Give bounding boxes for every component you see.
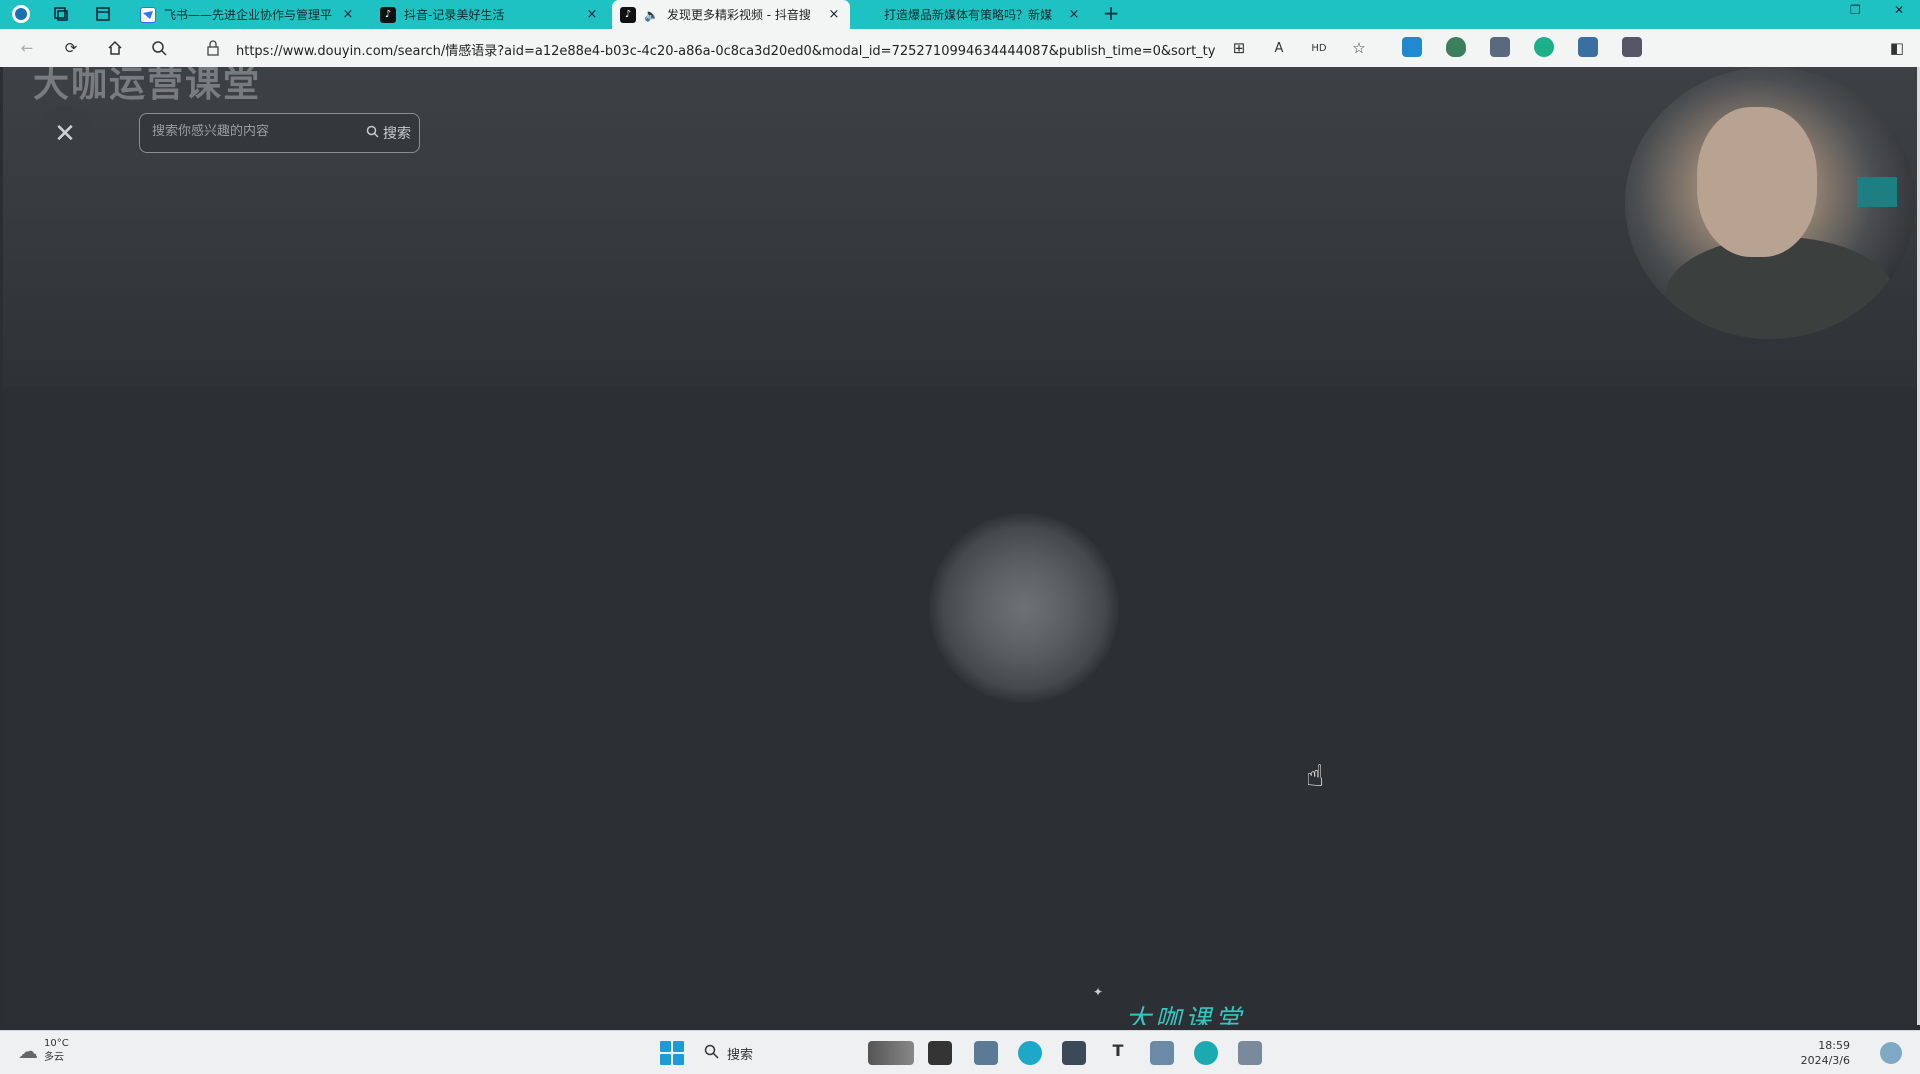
webcam-background — [1857, 177, 1897, 207]
workspaces-icon[interactable] — [48, 2, 74, 26]
new-tab-button[interactable]: + — [1098, 2, 1124, 26]
clock-date: 2024/3/6 — [1800, 1054, 1850, 1067]
terminal-icon[interactable] — [928, 1041, 952, 1065]
search-box: 搜索 — [139, 113, 420, 153]
read-aloud-icon[interactable]: A — [1268, 37, 1290, 59]
file-explorer-icon[interactable] — [974, 1041, 998, 1065]
restore-icon[interactable]: ❐ — [1850, 3, 1861, 17]
chat-extension-icon[interactable] — [1490, 37, 1510, 57]
hd-icon[interactable]: HD — [1308, 37, 1330, 59]
profile-icon[interactable] — [8, 2, 34, 26]
close-tab-icon[interactable]: × — [1066, 7, 1082, 22]
tab-actions-icon[interactable] — [90, 2, 116, 26]
close-tab-icon[interactable]: × — [584, 7, 600, 22]
green-extension-icon[interactable] — [1534, 37, 1554, 57]
refresh-icon[interactable]: ⟳ — [60, 37, 82, 59]
notepad-icon[interactable] — [1150, 1041, 1174, 1065]
home-icon[interactable] — [104, 37, 126, 59]
search-icon — [366, 125, 379, 142]
edge-browser-icon[interactable] — [1018, 1041, 1042, 1065]
watermark: 大咖课堂 — [1125, 1005, 1246, 1025]
cloudy-weather-icon: ☁ — [18, 1039, 38, 1063]
search-icon[interactable] — [148, 37, 170, 59]
folder-extension-icon[interactable] — [1622, 37, 1642, 57]
widgets-icon[interactable] — [868, 1041, 914, 1065]
search-button[interactable]: 搜索 — [366, 123, 411, 143]
webcam-presenter-face — [1697, 107, 1817, 257]
tab-douyin-home[interactable]: ♪ 抖音-记录美好生活 × — [372, 0, 608, 29]
browser-tab-strip: 飞书——先进企业协作与管理平 × ♪ 抖音-记录美好生活 × ♪ 🔈 发现更多精… — [0, 0, 1920, 29]
taskbar-search[interactable]: 搜索 — [704, 1040, 864, 1066]
tab-label: 飞书——先进企业协作与管理平 — [164, 8, 333, 22]
app-available-icon[interactable]: ⊞ — [1228, 37, 1250, 59]
douyin-icon: ♪ — [380, 6, 396, 23]
favorite-star-icon[interactable]: ☆ — [1348, 37, 1370, 59]
tab-new-media[interactable]: 打造爆品新媒体有策略吗？新媒 × — [858, 0, 1090, 29]
app-icon[interactable] — [1194, 1041, 1218, 1065]
search-button-label: 搜索 — [383, 126, 411, 142]
close-tab-icon[interactable]: × — [340, 7, 356, 22]
video-modal: 大咖运营课堂 ✕ 搜索 ☝ ✦ 大咖课堂 — [3, 67, 1918, 1025]
tab-douyin-search[interactable]: ♪ 🔈 发现更多精彩视频 - 抖音搜 × — [612, 0, 850, 29]
snipping-tool-icon[interactable] — [1238, 1041, 1262, 1065]
weather-description: 多云 — [44, 1052, 64, 1063]
tab-label: 发现更多精彩视频 - 抖音搜 — [666, 8, 811, 22]
channel-logo: 大咖运营课堂 — [33, 67, 262, 105]
close-icon: ✕ — [54, 119, 76, 149]
shield-extension-icon[interactable] — [1446, 37, 1466, 57]
loading-spinner — [929, 513, 1119, 703]
sparkle-icon: ✦ — [1093, 985, 1104, 999]
windows-taskbar: ☁ 10°C 多云 搜索 T 18:59 2024/3/6 — [0, 1030, 1920, 1074]
taskbar-search-label: 搜索 — [727, 1047, 754, 1063]
tab-feishu[interactable]: 飞书——先进企业协作与管理平 × — [132, 0, 364, 29]
hand-cursor-icon: ☝ — [1306, 759, 1325, 794]
search-icon — [704, 1044, 719, 1063]
close-modal-button[interactable]: ✕ — [37, 106, 93, 162]
lock-icon[interactable] — [202, 37, 224, 59]
temperature: 10°C — [44, 1038, 69, 1049]
address-bar[interactable]: https://www.douyin.com/search/情感语录?aid=a… — [236, 40, 1216, 59]
store-icon[interactable] — [1062, 1041, 1086, 1065]
close-window-icon[interactable]: ✕ — [1894, 3, 1904, 17]
douyin-icon: ♪ — [620, 6, 636, 23]
extension-arrow-icon[interactable] — [1402, 37, 1422, 57]
clock-time: 18:59 — [1818, 1039, 1850, 1052]
webcam-overlay — [1625, 67, 1915, 339]
back-icon[interactable]: ← — [16, 37, 38, 59]
tab-label: 打造爆品新媒体有策略吗？新媒 — [884, 8, 1053, 22]
system-clock[interactable]: 18:59 2024/3/6 — [1801, 1038, 1850, 1068]
tab-label: 抖音-记录美好生活 — [404, 8, 505, 22]
browser-toolbar: ← ⟳ https://www.douyin.com/search/情感语录?a… — [0, 29, 1920, 67]
weather-widget[interactable]: ☁ 10°C 多云 — [18, 1037, 69, 1065]
text-tool-icon[interactable]: T — [1106, 1041, 1130, 1065]
screenshot-extension-icon[interactable] — [1578, 37, 1598, 57]
feishu-icon — [140, 6, 156, 23]
close-tab-icon[interactable]: × — [826, 7, 842, 22]
start-button[interactable] — [660, 1041, 684, 1065]
search-input[interactable] — [152, 124, 352, 139]
notification-icon[interactable] — [1880, 1042, 1902, 1064]
speaker-icon[interactable]: 🔈 — [644, 8, 659, 22]
sidebar-toggle-icon[interactable]: ◧ — [1886, 37, 1908, 59]
